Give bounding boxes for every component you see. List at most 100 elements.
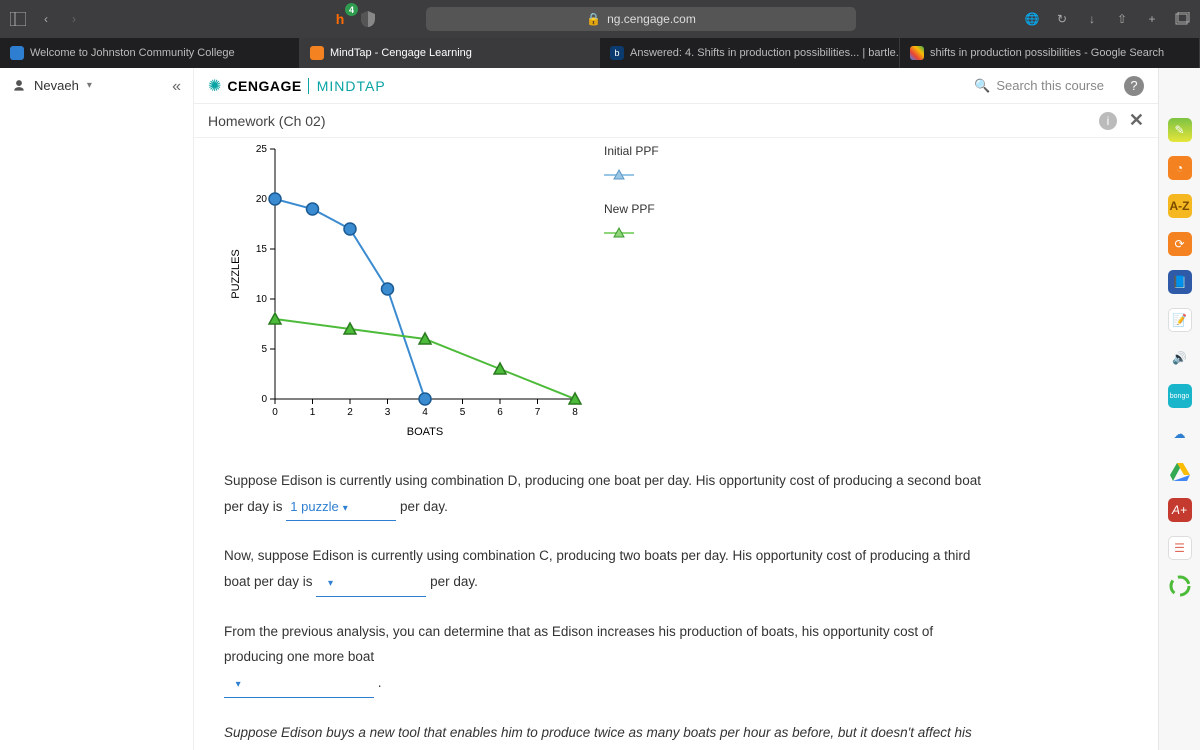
main-content: ✺ CENGAGE MINDTAP 🔍 Search this course ?… [194,68,1158,750]
svg-text:10: 10 [256,294,268,305]
browser-tab[interactable]: MindTap - Cengage Learning [300,38,600,68]
legend-item-initial[interactable]: Initial PPF [604,144,659,158]
app-rail: ✎ ◔ A-Z ⟳ 📘 📝 🔊 bongo ☁ A+ ☰ [1158,68,1200,750]
aplus-icon[interactable]: A+ [1168,498,1192,522]
search-icon: 🔍 [974,78,990,94]
caret-down-icon: ▾ [343,503,348,514]
browser-top-bar: ‹ › h4 🔒 ng.cengage.com 🌐 ↻ ↓ ⇧ + [0,0,1200,38]
question-p2: Now, suppose Edison is currently using c… [224,543,984,596]
favicon-icon [310,46,324,60]
assignment-title-row: Homework (Ch 02) i ✕ [194,104,1158,138]
svg-text:BOATS: BOATS [407,426,443,438]
legend-item-new[interactable]: New PPF [604,202,659,216]
browser-tab[interactable]: bAnswered: 4. Shifts in production possi… [600,38,900,68]
browser-tab[interactable]: shifts in production possibilities - Goo… [900,38,1200,68]
svg-text:2: 2 [347,407,353,418]
assignment-title: Homework (Ch 02) [208,113,325,129]
svg-text:1: 1 [310,407,316,418]
search-course-input[interactable]: 🔍 Search this course [974,78,1104,94]
svg-text:20: 20 [256,194,268,205]
cloud-icon[interactable]: ☁ [1168,422,1192,446]
cengage-logo[interactable]: ✺ CENGAGE MINDTAP [208,76,386,96]
svg-text:7: 7 [535,407,541,418]
text: per day. [400,499,448,514]
book-icon[interactable]: 📘 [1168,270,1192,294]
spark-icon: ✺ [208,76,221,96]
legend-label: New PPF [604,202,655,216]
text: From the previous analysis, you can dete… [224,624,933,665]
tab-label: shifts in production possibilities - Goo… [930,47,1164,59]
user-menu[interactable]: Nevaeh ▾ [12,78,92,93]
cengage-text: CENGAGE [227,78,301,94]
svg-text:5: 5 [460,407,466,418]
favicon-icon [10,46,24,60]
browser-tab[interactable]: Welcome to Johnston Community College [0,38,300,68]
nav-forward-icon[interactable]: › [64,9,84,29]
user-icon [12,79,26,93]
content-scroll[interactable]: 0 1 2 3 4 5 6 7 8 0 5 10 15 20 25 BOATS PUZZLES Initial … [194,138,1158,750]
answer-dropdown-2[interactable]: ▾ [316,570,426,597]
chart-legend: Initial PPF New PPF [604,144,659,268]
lock-icon: 🔒 [586,12,601,26]
favicon-icon [910,46,924,60]
text: per day. [430,574,478,589]
reload-icon[interactable]: ↻ [1052,9,1072,29]
text: . [378,675,382,690]
lines-icon[interactable]: ☰ [1168,536,1192,560]
sidebar-toggle-icon[interactable] [8,9,28,29]
download-icon[interactable]: ↓ [1082,9,1102,29]
circle-tool-icon[interactable] [1168,574,1192,598]
user-name: Nevaeh [34,78,79,93]
legend-label: Initial PPF [604,144,659,158]
drive-icon[interactable] [1168,460,1192,484]
answer-dropdown-1[interactable]: 1 puzzle ▾ [286,495,396,522]
legend-symbol-initial [604,168,659,182]
share-icon[interactable]: ⇧ [1112,9,1132,29]
chevron-down-icon: ▾ [87,80,92,91]
svg-text:15: 15 [256,244,268,255]
tab-label: MindTap - Cengage Learning [330,47,472,59]
highlighter-tool-icon[interactable]: ✎ [1168,118,1192,142]
chart-svg: 0 1 2 3 4 5 6 7 8 0 5 10 15 20 25 BOATS PUZZLES [225,139,585,449]
left-user-panel: Nevaeh ▾ « [0,68,194,750]
svg-text:PUZZLES: PUZZLES [230,249,242,299]
legend-symbol-new [604,226,659,240]
notes-icon[interactable]: 📝 [1168,308,1192,332]
question-p4: Suppose Edison buys a new tool that enab… [224,720,984,750]
url-bar[interactable]: 🔒 ng.cengage.com [426,7,856,31]
answer-dropdown-3[interactable]: ▾ [224,671,374,698]
search-placeholder: Search this course [996,78,1104,93]
audio-icon[interactable]: 🔊 [1168,346,1192,370]
caret-down-icon: ▾ [328,578,333,589]
svg-text:8: 8 [572,407,578,418]
nav-back-icon[interactable]: ‹ [36,9,56,29]
glossary-icon[interactable]: A-Z [1168,194,1192,218]
svg-text:4: 4 [422,407,428,418]
svg-text:0: 0 [272,407,278,418]
svg-text:25: 25 [256,144,268,155]
svg-text:0: 0 [261,394,267,405]
flashcards-icon[interactable]: ⟳ [1168,232,1192,256]
shield-icon[interactable] [358,9,378,29]
favicon-icon: b [610,46,624,60]
question-p1: Suppose Edison is currently using combin… [224,468,984,521]
honey-extension-icon[interactable]: h4 [330,9,350,29]
dropdown-value: 1 puzzle [290,499,338,514]
new-tab-icon[interactable]: + [1142,9,1162,29]
tabs-overview-icon[interactable] [1172,9,1192,29]
rss-icon[interactable]: ◔ [1168,156,1192,180]
bongo-icon[interactable]: bongo [1168,384,1192,408]
translate-icon[interactable]: 🌐 [1022,9,1042,29]
ppf-chart[interactable]: 0 1 2 3 4 5 6 7 8 0 5 10 15 20 25 BOATS PUZZLES [224,138,584,448]
honey-badge: 4 [345,3,358,16]
question-p3: From the previous analysis, you can dete… [224,619,984,698]
help-button[interactable]: ? [1124,76,1144,96]
svg-text:6: 6 [497,407,503,418]
svg-text:5: 5 [261,344,267,355]
collapse-sidebar-button[interactable]: « [172,78,181,96]
info-icon[interactable]: i [1099,112,1117,130]
svg-text:3: 3 [385,407,391,418]
url-text: ng.cengage.com [607,12,696,26]
close-icon[interactable]: ✕ [1129,110,1144,131]
mindtap-header: ✺ CENGAGE MINDTAP 🔍 Search this course ? [194,68,1158,104]
